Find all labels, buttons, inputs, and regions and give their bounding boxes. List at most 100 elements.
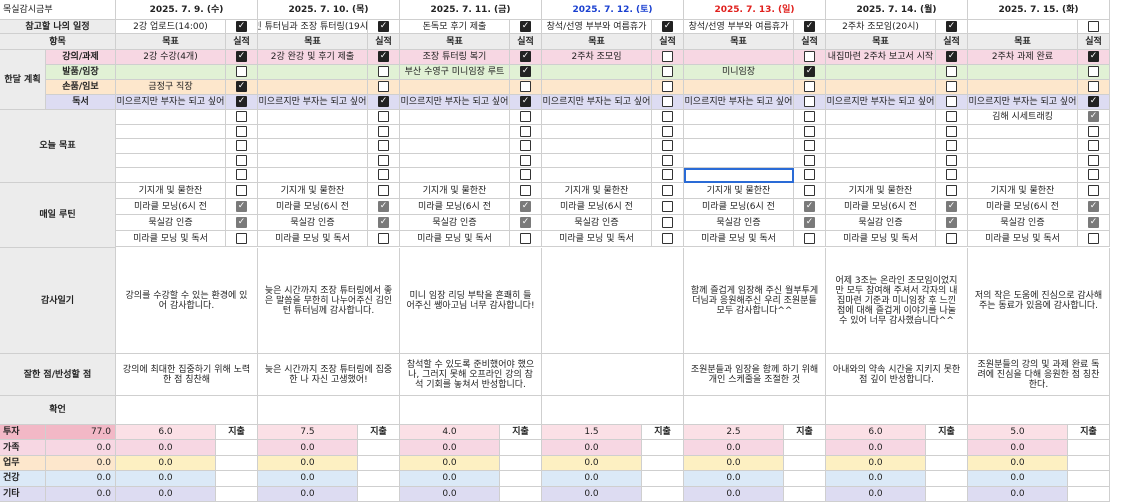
today-goal[interactable] (258, 110, 368, 125)
ref-checkbox[interactable]: ✓ (378, 21, 389, 32)
today-goal[interactable] (826, 124, 936, 140)
today-goal[interactable] (400, 124, 510, 140)
today-checkbox[interactable] (236, 125, 247, 137)
spend-cell[interactable] (642, 471, 684, 487)
plan-checkbox[interactable] (804, 96, 815, 107)
today-goal[interactable] (968, 139, 1078, 154)
plan-checkbox[interactable]: ✓ (236, 81, 247, 92)
routine-checkbox[interactable] (520, 185, 531, 196)
today-checkbox[interactable] (236, 140, 247, 152)
today-goal[interactable] (826, 110, 936, 125)
today-checkbox[interactable] (378, 111, 389, 122)
today-goal[interactable] (116, 110, 226, 125)
plan-checkbox[interactable]: ✓ (236, 96, 247, 107)
today-checkbox[interactable] (946, 154, 957, 166)
plan-checkbox[interactable]: ✓ (1088, 51, 1099, 62)
plan-checkbox[interactable] (1088, 81, 1099, 92)
routine-checkbox[interactable] (1088, 233, 1099, 244)
spend-cell[interactable] (216, 440, 258, 456)
today-checkbox[interactable] (520, 125, 531, 137)
today-goal[interactable] (968, 124, 1078, 140)
ref-checkbox[interactable]: ✓ (946, 21, 957, 32)
spend-cell[interactable] (500, 455, 542, 472)
today-goal[interactable]: 김해 시세트래킹 (968, 110, 1078, 125)
review-entry[interactable]: 조원분들의 강의 및 과제 완료 독려에 진심을 다해 응원한 점 칭찬한다. (968, 354, 1110, 396)
plan-goal[interactable] (826, 80, 936, 95)
today-goal[interactable] (116, 124, 226, 140)
plan-checkbox[interactable]: ✓ (236, 51, 247, 62)
today-checkbox[interactable] (520, 111, 531, 122)
spend-cell[interactable] (500, 471, 542, 487)
today-checkbox[interactable] (378, 140, 389, 152)
spend-cell[interactable] (500, 486, 542, 502)
today-goal[interactable] (684, 139, 794, 154)
today-checkbox[interactable] (378, 125, 389, 137)
today-checkbox[interactable] (378, 169, 389, 181)
ref-schedule[interactable]: 창석/선영 부부와 여름휴가 (684, 20, 794, 34)
confirm-entry[interactable] (968, 396, 1110, 425)
today-checkbox[interactable] (520, 140, 531, 152)
review-entry[interactable]: 참석할 수 있도록 준비했어야 했으나, 그러지 못해 오프라인 강의 참석 기… (400, 354, 542, 396)
today-goal[interactable] (684, 168, 794, 183)
plan-checkbox[interactable] (946, 66, 957, 77)
routine-checkbox[interactable] (662, 233, 673, 244)
plan-goal[interactable] (826, 65, 936, 80)
today-checkbox[interactable] (804, 125, 815, 137)
confirm-entry[interactable] (116, 396, 258, 425)
spend-cell[interactable] (926, 471, 968, 487)
plan-goal[interactable]: 내집마련 2주차 보고서 시작 (826, 50, 936, 65)
today-checkbox[interactable] (1088, 169, 1099, 181)
plan-checkbox[interactable] (662, 66, 673, 77)
today-goal[interactable] (684, 110, 794, 125)
confirm-entry[interactable] (684, 396, 826, 425)
today-goal[interactable] (542, 110, 652, 125)
spend-cell[interactable] (926, 440, 968, 456)
review-entry[interactable] (542, 354, 684, 396)
ref-schedule[interactable]: 2강 업로드(14:00) (116, 20, 226, 34)
routine-checkbox[interactable] (520, 233, 531, 244)
today-goal[interactable] (542, 153, 652, 169)
today-checkbox[interactable] (520, 169, 531, 181)
routine-checkbox[interactable]: ✓ (378, 201, 389, 212)
plan-checkbox[interactable]: ✓ (378, 96, 389, 107)
plan-checkbox[interactable]: ✓ (520, 51, 531, 62)
today-goal[interactable] (400, 139, 510, 154)
plan-goal[interactable]: 금정구 직장 (116, 80, 226, 95)
spend-cell[interactable] (216, 471, 258, 487)
ref-schedule[interactable]: 창석/선영 부부와 여름휴가 (542, 20, 652, 34)
today-goal[interactable] (542, 168, 652, 183)
plan-goal[interactable] (116, 65, 226, 80)
routine-checkbox[interactable] (236, 185, 247, 196)
routine-checkbox[interactable]: ✓ (804, 201, 815, 212)
plan-goal[interactable] (542, 80, 652, 95)
ref-checkbox[interactable]: ✓ (520, 21, 531, 32)
today-checkbox[interactable] (1088, 125, 1099, 137)
routine-checkbox[interactable]: ✓ (946, 201, 957, 212)
plan-goal[interactable] (684, 50, 794, 65)
today-goal[interactable] (400, 168, 510, 183)
gratitude-entry[interactable]: 강의를 수강할 수 있는 환경에 있어 감사합니다. (116, 248, 258, 354)
routine-checkbox[interactable] (236, 233, 247, 244)
spend-cell[interactable] (926, 486, 968, 502)
routine-checkbox[interactable] (662, 185, 673, 196)
today-goal[interactable] (826, 139, 936, 154)
plan-goal[interactable]: 2강 수강(4개) (116, 50, 226, 65)
today-goal[interactable] (684, 124, 794, 140)
plan-checkbox[interactable]: ✓ (804, 66, 815, 77)
confirm-entry[interactable] (258, 396, 400, 425)
plan-checkbox[interactable]: ✓ (1088, 96, 1099, 107)
routine-checkbox[interactable] (378, 233, 389, 244)
plan-goal[interactable]: 부산 수영구 미니임장 루트 (400, 65, 510, 80)
gratitude-entry[interactable]: 미니 임장 리딩 부탁을 흔쾌히 들어주신 쌩아고님 너무 감사합니다! (400, 248, 542, 354)
today-checkbox[interactable] (946, 111, 957, 122)
today-checkbox[interactable] (662, 125, 673, 137)
gratitude-entry[interactable]: 저의 작은 도움에 진심으로 감사해주는 동료가 있음에 감사합니다. (968, 248, 1110, 354)
routine-checkbox[interactable]: ✓ (804, 217, 815, 228)
routine-checkbox[interactable] (804, 185, 815, 196)
plan-goal[interactable] (684, 80, 794, 95)
plan-checkbox[interactable] (520, 81, 531, 92)
review-entry[interactable]: 강의에 최대한 집중하기 위해 노력한 점 칭찬해 (116, 354, 258, 396)
today-goal[interactable] (116, 153, 226, 169)
plan-checkbox[interactable] (378, 66, 389, 77)
ref-checkbox[interactable] (1088, 21, 1099, 32)
